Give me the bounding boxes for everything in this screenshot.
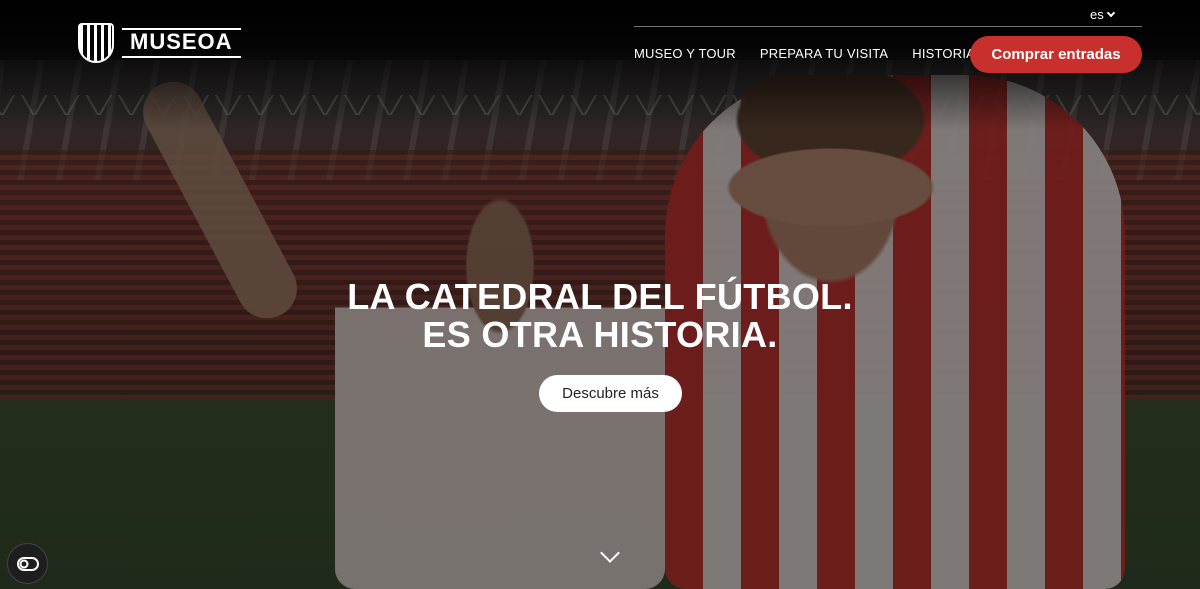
nav-item-museo-y-tour[interactable]: MUSEO Y TOUR (634, 46, 736, 61)
header-divider (634, 26, 1142, 27)
language-label: es (1090, 7, 1104, 22)
hero-headline-line1: LA CATEDRAL DEL FÚTBOL. (347, 276, 853, 317)
chevron-down-icon (600, 543, 620, 563)
nav-item-prepara-tu-visita[interactable]: PREPARA TU VISITA (760, 46, 888, 61)
accessibility-button[interactable] (7, 543, 48, 584)
accessibility-toggle-icon (16, 556, 39, 571)
discover-more-button[interactable]: Descubre más (539, 375, 682, 412)
main-nav: MUSEO Y TOUR PREPARA TU VISITA HISTORIA (634, 46, 975, 61)
hero-headline-line2: ES OTRA HISTORIA. (422, 314, 778, 355)
site-logo[interactable]: MUSEOA (78, 23, 241, 63)
language-selector[interactable]: es (1090, 7, 1115, 22)
athletic-club-crest-icon (78, 23, 114, 63)
scroll-down-button[interactable] (600, 543, 620, 566)
chevron-down-icon (1106, 8, 1115, 17)
buy-tickets-button[interactable]: Comprar entradas (970, 36, 1142, 73)
hero-headline: LA CATEDRAL DEL FÚTBOL. ES OTRA HISTORIA… (0, 278, 1200, 354)
logo-text: MUSEOA (122, 28, 241, 58)
nav-item-historia[interactable]: HISTORIA (912, 46, 975, 61)
